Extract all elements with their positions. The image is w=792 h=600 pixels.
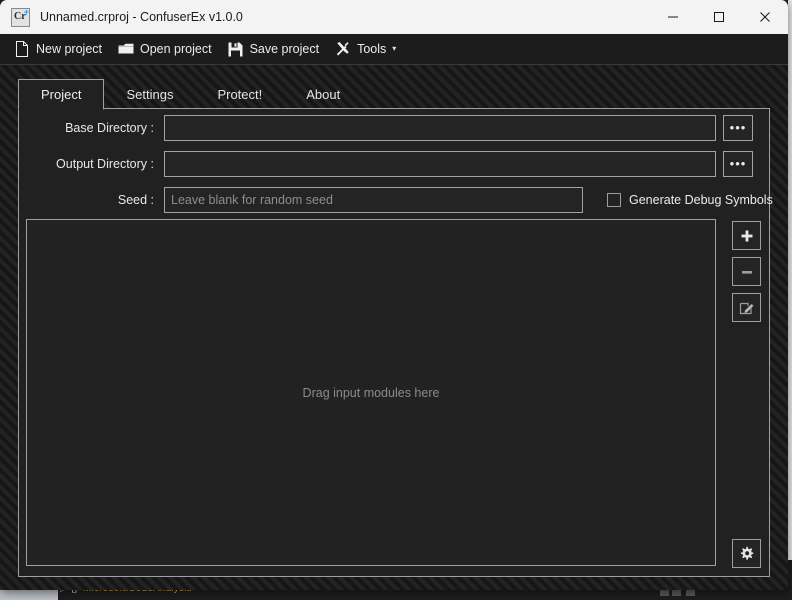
tab-about-label: About [306,86,341,102]
save-project-button[interactable]: Save project [220,37,327,61]
confuserex-main-window: Cr + Unnamed.crproj - ConfuserEx v1.0.0 [0,0,788,590]
new-project-button[interactable]: New project [6,37,110,61]
input-modules-list[interactable]: Drag input modules here [26,219,716,566]
tab-protect[interactable]: Protect! [195,79,284,109]
edit-module-button[interactable] [732,293,761,322]
close-icon [760,12,770,22]
open-project-label: Open project [140,42,212,56]
minimize-button[interactable] [650,0,696,34]
input-modules-placeholder: Drag input modules here [302,385,440,400]
ellipsis-icon: ••• [729,120,747,135]
ellipsis-icon: ••• [729,156,747,171]
tab-about[interactable]: About [284,79,362,109]
edit-pencil-icon [739,302,754,314]
open-folder-icon [118,41,134,57]
output-directory-label: Output Directory : [56,157,154,171]
minus-icon [741,270,752,274]
title-bar: Cr + Unnamed.crproj - ConfuserEx v1.0.0 [0,0,788,34]
base-directory-browse-button[interactable]: ••• [723,115,753,141]
seed-label: Seed : [117,193,154,207]
maximize-button[interactable] [696,0,742,34]
open-project-button[interactable]: Open project [110,37,220,61]
tools-menu-button[interactable]: Tools ▾ [327,37,404,61]
new-project-label: New project [36,42,102,56]
tab-settings-label: Settings [126,86,174,102]
tools-label: Tools [357,42,387,56]
tab-strip: Project Settings Protect! About [18,77,362,110]
plus-icon [741,230,752,241]
floppy-disk-icon [228,41,244,57]
base-directory-label: Base Directory : [65,121,154,135]
window-title: Unnamed.crproj - ConfuserEx v1.0.0 [40,10,243,24]
seed-placeholder: Leave blank for random seed [171,193,333,207]
app-icon-badge: + [23,6,29,17]
tab-project-label: Project [41,87,82,102]
gear-icon [740,546,754,560]
maximize-icon [714,12,724,22]
tab-project[interactable]: Project [18,79,105,110]
seed-row: Seed : Leave blank for random seed [19,187,583,213]
tab-settings[interactable]: Settings [104,79,195,109]
output-directory-input[interactable] [164,151,716,177]
project-tab-panel: Base Directory : ••• Output Directory : … [18,108,773,577]
debug-symbols-row[interactable]: Generate Debug Symbols [607,187,773,213]
striped-backdrop: Project Settings Protect! About Base Dir… [0,64,788,590]
settings-button[interactable] [732,539,761,568]
remove-module-button[interactable] [732,257,761,286]
base-directory-input[interactable] [164,115,716,141]
window-controls [650,0,788,34]
tab-protect-label: Protect! [217,86,263,102]
minimize-icon [668,16,678,18]
output-directory-browse-button[interactable]: ••• [723,151,753,177]
chevron-down-icon: ▾ [392,44,397,53]
hammer-wrench-icon [335,41,351,57]
close-button[interactable] [742,0,788,34]
save-project-label: Save project [249,42,320,56]
new-document-icon [14,41,30,57]
seed-input[interactable]: Leave blank for random seed [164,187,583,213]
debug-symbols-label: Generate Debug Symbols [629,193,773,207]
toolbar: New project Open project Save project To… [0,34,788,64]
output-directory-row: Output Directory : ••• [19,151,753,177]
app-icon: Cr + [11,6,30,27]
debug-symbols-checkbox[interactable] [607,193,621,207]
add-module-button[interactable] [732,221,761,250]
base-directory-row: Base Directory : ••• [19,115,753,141]
